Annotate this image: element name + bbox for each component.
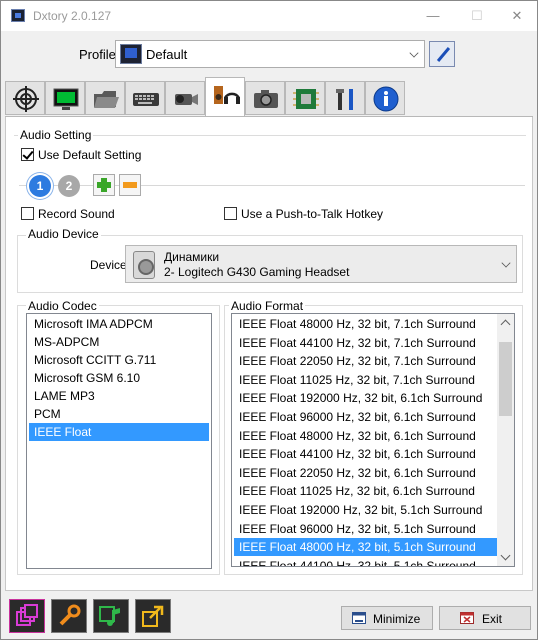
tab-audio[interactable]: [205, 77, 245, 117]
codec-list-item[interactable]: Microsoft IMA ADPCM: [29, 315, 209, 333]
overlay-button[interactable]: [9, 599, 45, 633]
scroll-thumb[interactable]: [499, 342, 512, 416]
minus-icon: [123, 182, 137, 188]
tab-video[interactable]: [45, 81, 85, 115]
title-bar: Dxtory 2.0.127 — ☐ ✕: [1, 1, 537, 31]
codec-list-item[interactable]: Microsoft GSM 6.10: [29, 369, 209, 387]
device-name: Динамики: [164, 250, 220, 264]
chevron-down-icon: [501, 258, 511, 268]
tab-folder[interactable]: [85, 81, 125, 115]
audio-format-list[interactable]: IEEE Float 48000 Hz, 32 bit, 7.1ch Surro…: [231, 313, 515, 567]
codec-list-item[interactable]: Microsoft CCITT G.711: [29, 351, 209, 369]
audio-device-label: Audio Device: [26, 227, 101, 241]
wrench-icon: [59, 604, 81, 626]
device-select[interactable]: Динамики 2- Logitech G430 Gaming Headset: [125, 245, 517, 283]
format-list-item[interactable]: IEEE Float 11025 Hz, 32 bit, 6.1ch Surro…: [234, 482, 497, 500]
track-1-button[interactable]: 1: [29, 175, 51, 197]
profile-label: Profile: [79, 47, 116, 62]
edit-profile-button[interactable]: [429, 41, 455, 67]
scroll-down-arrow-icon[interactable]: [497, 549, 514, 566]
audio-codec-label: Audio Codec: [26, 299, 99, 313]
speaker-icon: [133, 251, 155, 279]
codec-list-item[interactable]: MS-ADPCM: [29, 333, 209, 351]
format-list-item[interactable]: IEEE Float 44100 Hz, 32 bit, 5.1ch Surro…: [234, 557, 497, 566]
profile-select[interactable]: Default: [115, 40, 425, 68]
tab-target[interactable]: [5, 81, 45, 115]
exit-label: Exit: [482, 612, 503, 626]
format-list-item[interactable]: IEEE Float 48000 Hz, 32 bit, 7.1ch Surro…: [234, 315, 497, 333]
audio-codec-list[interactable]: Microsoft IMA ADPCM MS-ADPCM Microsoft C…: [26, 313, 212, 569]
codec-list-item[interactable]: LAME MP3: [29, 387, 209, 405]
minimize-icon: [352, 612, 366, 624]
device-label: Device: [90, 258, 127, 272]
format-list-scrollbar[interactable]: [497, 314, 514, 566]
minimize-button[interactable]: Minimize: [341, 606, 433, 630]
format-list-item[interactable]: IEEE Float 22050 Hz, 32 bit, 7.1ch Surro…: [234, 352, 497, 370]
minimize-label: Minimize: [373, 612, 421, 626]
audio-format-label: Audio Format: [229, 299, 306, 313]
chip-icon: [293, 89, 319, 109]
record-sound-checkbox[interactable]: [21, 207, 34, 220]
format-list-item[interactable]: IEEE Float 22050 Hz, 32 bit, 6.1ch Surro…: [234, 464, 497, 482]
codec-list-item-selected[interactable]: IEEE Float: [29, 423, 209, 441]
format-list-item[interactable]: IEEE Float 48000 Hz, 32 bit, 6.1ch Surro…: [234, 427, 497, 445]
push-to-talk-checkbox[interactable]: [224, 207, 237, 220]
app-icon: [11, 9, 25, 22]
settings-tool-button[interactable]: [51, 599, 87, 633]
audio-setting-label: Audio Setting: [18, 128, 94, 142]
track-2-button[interactable]: 2: [58, 175, 80, 197]
format-list-item[interactable]: IEEE Float 192000 Hz, 32 bit, 6.1ch Surr…: [234, 389, 497, 407]
audio-tool-button[interactable]: [93, 599, 129, 633]
format-list-item[interactable]: IEEE Float 192000 Hz, 32 bit, 5.1ch Surr…: [234, 501, 497, 519]
codec-list-item[interactable]: PCM: [29, 405, 209, 423]
format-list-item[interactable]: IEEE Float 96000 Hz, 32 bit, 5.1ch Surro…: [234, 520, 497, 538]
export-icon: [142, 605, 164, 627]
profile-monitor-icon: [120, 44, 142, 64]
scroll-up-arrow-icon[interactable]: [497, 314, 514, 331]
exit-button[interactable]: Exit: [439, 606, 531, 630]
layers-icon: [16, 604, 38, 626]
add-track-button[interactable]: [93, 174, 115, 196]
target-icon: [13, 86, 39, 112]
tab-screenshot[interactable]: [245, 81, 285, 115]
format-list-item-selected[interactable]: IEEE Float 48000 Hz, 32 bit, 5.1ch Surro…: [234, 538, 497, 557]
camera-icon: [254, 90, 278, 108]
speaker-headset-icon: [214, 86, 240, 104]
exit-icon: [460, 612, 474, 624]
camcorder-icon: [175, 94, 198, 105]
maximize-window-button[interactable]: ☐: [455, 1, 499, 31]
minimize-window-button[interactable]: —: [411, 1, 455, 31]
folder-icon: [94, 91, 119, 108]
format-list-item[interactable]: IEEE Float 11025 Hz, 32 bit, 7.1ch Surro…: [234, 371, 497, 389]
tab-capture[interactable]: [165, 81, 205, 115]
remove-track-button[interactable]: [119, 174, 141, 196]
push-to-talk-label: Use a Push-to-Talk Hotkey: [241, 207, 384, 221]
record-sound-label: Record Sound: [38, 207, 115, 221]
use-default-setting-label: Use Default Setting: [38, 148, 142, 162]
profile-value: Default: [146, 47, 188, 62]
chevron-down-icon: [409, 48, 419, 58]
plus-icon: [97, 178, 111, 192]
format-list-item[interactable]: IEEE Float 96000 Hz, 32 bit, 6.1ch Surro…: [234, 408, 497, 426]
export-tool-button[interactable]: [135, 599, 171, 633]
tab-advanced[interactable]: [285, 81, 325, 115]
monitor-icon: [53, 88, 79, 110]
info-icon: [373, 86, 399, 112]
device-description: 2- Logitech G430 Gaming Headset: [164, 265, 350, 279]
tab-about[interactable]: [365, 81, 405, 115]
format-list-item[interactable]: IEEE Float 44100 Hz, 32 bit, 7.1ch Surro…: [234, 334, 497, 352]
tab-tools[interactable]: [325, 81, 365, 115]
app-window: Dxtory 2.0.127 — ☐ ✕ Profile Default Aud…: [0, 0, 538, 640]
tab-hotkey[interactable]: [125, 81, 165, 115]
tools-icon: [336, 89, 353, 110]
use-default-setting-checkbox[interactable]: [21, 148, 34, 161]
audio-settings-panel: Audio Setting Use Default Setting 1 2 Re…: [5, 117, 533, 591]
format-list-item[interactable]: IEEE Float 44100 Hz, 32 bit, 6.1ch Surro…: [234, 445, 497, 463]
keyboard-icon: [133, 93, 159, 106]
window-title: Dxtory 2.0.127: [33, 9, 112, 23]
close-window-button[interactable]: ✕: [495, 1, 538, 31]
audio-setting-group: [14, 135, 526, 209]
music-note-icon: [99, 606, 120, 626]
